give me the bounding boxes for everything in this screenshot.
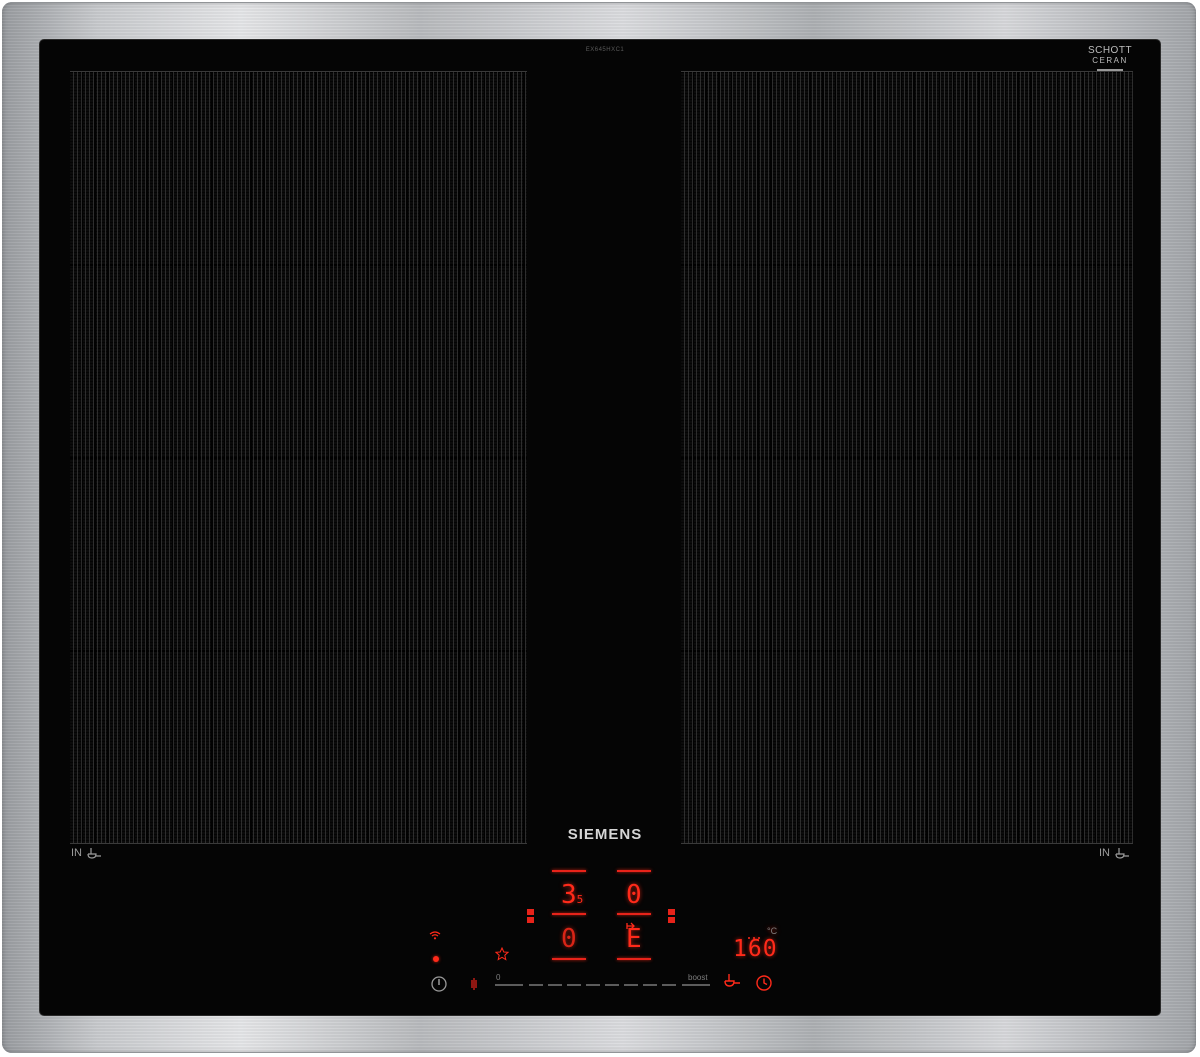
ceramic-glass-surface: EX645HXC1 SCHOTT CERAN SIEMENS IN IN 35 … bbox=[40, 40, 1160, 1015]
glass-logo-line1: SCHOTT bbox=[1087, 45, 1133, 56]
slider-segment bbox=[586, 984, 600, 986]
zone-label-right: IN bbox=[1099, 847, 1131, 859]
zone-rear-right-indicator-line bbox=[617, 958, 651, 960]
slider-segment bbox=[495, 984, 523, 986]
slider-segment bbox=[643, 984, 657, 986]
frying-sensor-icon[interactable] bbox=[723, 973, 741, 994]
zone-label-right-text: IN bbox=[1099, 847, 1110, 859]
power-level-slider[interactable] bbox=[495, 983, 711, 989]
timer-icon[interactable] bbox=[755, 974, 773, 997]
star-icon[interactable] bbox=[494, 946, 510, 966]
childlock-icon[interactable] bbox=[470, 977, 478, 996]
zone-rear-left-indicator-line bbox=[552, 958, 586, 960]
induction-pan-icon bbox=[87, 848, 101, 859]
zone-front-right-display[interactable]: 0 bbox=[626, 882, 642, 908]
slider-segment bbox=[548, 984, 562, 986]
status-dot bbox=[433, 956, 439, 962]
zone-divider-left-line bbox=[552, 913, 586, 915]
flex-induction-zone-right[interactable] bbox=[681, 71, 1133, 844]
zone-front-left-decimal: 5 bbox=[576, 893, 584, 906]
zone-link-right-icon[interactable] bbox=[668, 908, 676, 929]
slider-end-label: boost bbox=[688, 973, 708, 982]
flex-induction-zone-left[interactable] bbox=[70, 71, 527, 844]
zone-rear-left-display[interactable]: 0 bbox=[561, 926, 577, 952]
slider-start-label: 0 bbox=[496, 973, 501, 982]
zone-divider-right-line bbox=[617, 913, 651, 915]
temperature-unit: °C bbox=[767, 926, 778, 936]
zone-label-left-text: IN bbox=[71, 847, 82, 859]
model-code: EX645HXC1 bbox=[585, 47, 625, 53]
wifi-icon[interactable] bbox=[429, 927, 441, 945]
zone-front-left-indicator-line bbox=[552, 870, 586, 872]
slider-segment bbox=[662, 984, 676, 986]
zone-front-left-level: 3 bbox=[561, 880, 577, 910]
induction-pan-icon bbox=[1115, 848, 1129, 859]
slider-segment bbox=[624, 984, 638, 986]
temperature-level-icon bbox=[747, 928, 763, 946]
zone-label-left: IN bbox=[71, 847, 103, 859]
power-icon[interactable] bbox=[430, 975, 448, 998]
zone-front-left-display[interactable]: 35 bbox=[561, 882, 583, 913]
schott-ceran-logo: SCHOTT CERAN bbox=[1080, 46, 1140, 71]
slider-segment bbox=[529, 984, 543, 986]
zone-front-right-indicator-line bbox=[617, 870, 651, 872]
slider-segment bbox=[682, 984, 710, 986]
slider-segment bbox=[605, 984, 619, 986]
zone-move-function-icon bbox=[626, 918, 642, 936]
zone-link-left-icon[interactable] bbox=[527, 908, 535, 929]
glass-logo-line2: CERAN bbox=[1092, 56, 1128, 65]
slider-segment bbox=[567, 984, 581, 986]
brand-logo: SIEMENS bbox=[567, 826, 643, 843]
